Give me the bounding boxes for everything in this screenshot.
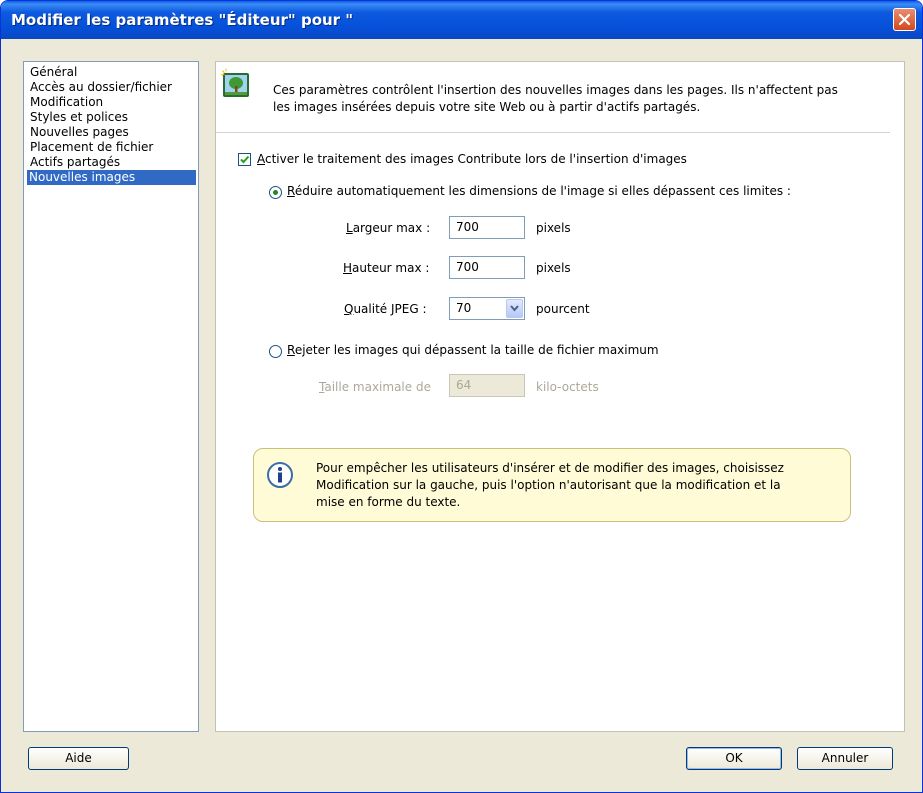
max-height-unit: pixels [536,261,571,275]
sidebar-item-new-pages[interactable]: Nouvelles pages [28,125,131,140]
reject-images-radio[interactable] [269,345,282,358]
close-icon [898,13,911,26]
max-height-label: Hauteur max : [343,261,429,276]
info-line-1: Pour empêcher les utilisateurs d'insérer… [316,461,784,475]
sidebar-item-folder-access[interactable]: Accès au dossier/fichier [28,80,174,95]
title-bar[interactable]: Modifier les paramètres "Éditeur" pour " [1,1,922,39]
close-button[interactable] [893,8,916,31]
enable-processing-checkbox[interactable] [238,153,251,166]
window-title: Modifier les paramètres "Éditeur" pour " [11,11,354,29]
reject-accesskey: R [287,343,295,357]
info-box: Pour empêcher les utilisateurs d'insérer… [253,448,851,522]
settings-panel: Ces paramètres contrôlent l'insertion de… [215,61,905,732]
radio-selected-dot [273,190,278,195]
jpeg-quality-select[interactable]: 70 [449,297,525,320]
max-width-label: Largeur max : [346,221,430,236]
max-file-size-label: Taille maximale de [319,380,431,395]
reduce-accesskey: R [287,184,295,198]
checkmark-icon [240,155,250,164]
reject-images-label[interactable]: Rejeter les images qui dépassent la tail… [287,343,659,358]
info-text: Pour empêcher les utilisateurs d'insérer… [316,460,836,511]
max-file-size-unit: kilo-octets [536,380,599,394]
sidebar-item-new-images[interactable]: Nouvelles images [27,170,196,185]
dropdown-button[interactable] [506,299,523,318]
info-icon [267,462,293,488]
reject-text: ejeter les images qui dépassent la taill… [294,343,659,357]
jpeg-quality-unit: pourcent [536,302,590,316]
reduce-dimensions-label[interactable]: Réduire automatiquement les dimensions d… [287,184,791,199]
settings-dialog: Modifier les paramètres "Éditeur" pour "… [0,0,923,793]
sidebar-item-file-placement[interactable]: Placement de fichier [28,140,155,155]
image-settings-icon [221,68,249,97]
sidebar-item-general[interactable]: Général [28,65,79,80]
sidebar-item-shared-assets[interactable]: Actifs partagés [28,155,122,170]
jpeg-quality-label: Qualité JPEG : [344,302,427,317]
enable-processing-text: ctiver le traitement des images Contribu… [265,152,687,166]
jpeg-quality-text: ualité JPEG : [353,302,427,316]
enable-processing-accesskey: A [257,152,265,166]
chevron-down-icon [510,305,519,312]
max-height-text: auteur max : [352,261,430,275]
help-button[interactable]: Aide [28,747,129,770]
reduce-dimensions-radio[interactable] [269,186,282,199]
sidebar-item-editing[interactable]: Modification [28,95,105,110]
category-list[interactable]: Général Accès au dossier/fichier Modific… [23,61,199,732]
separator [216,132,890,133]
enable-processing-label[interactable]: Activer le traitement des images Contrib… [257,152,687,167]
max-width-unit: pixels [536,221,571,235]
max-height-input[interactable]: 700 [449,256,525,279]
cancel-button[interactable]: Annuler [797,747,893,770]
max-height-accesskey: H [343,261,353,275]
intro-text: Ces paramètres contrôlent l'insertion de… [273,82,903,116]
intro-line-2: les images insérées depuis votre site We… [273,100,701,114]
max-width-accesskey: L [346,221,353,235]
sidebar-item-styles-fonts[interactable]: Styles et polices [28,110,130,125]
ok-button[interactable]: OK [686,747,782,770]
intro-line-1: Ces paramètres contrôlent l'insertion de… [273,83,838,97]
jpeg-quality-value: 70 [456,301,472,315]
reduce-text: éduire automatiquement les dimensions de… [294,184,791,198]
info-line-3: mise en forme du texte. [316,495,461,509]
max-width-text: argeur max : [352,221,431,235]
max-width-input[interactable]: 700 [449,216,525,239]
max-file-size-input[interactable]: 64 [449,374,525,397]
max-file-size-text: aille maximale de [324,380,431,394]
info-line-2: Modification sur la gauche, puis l'optio… [316,478,781,492]
